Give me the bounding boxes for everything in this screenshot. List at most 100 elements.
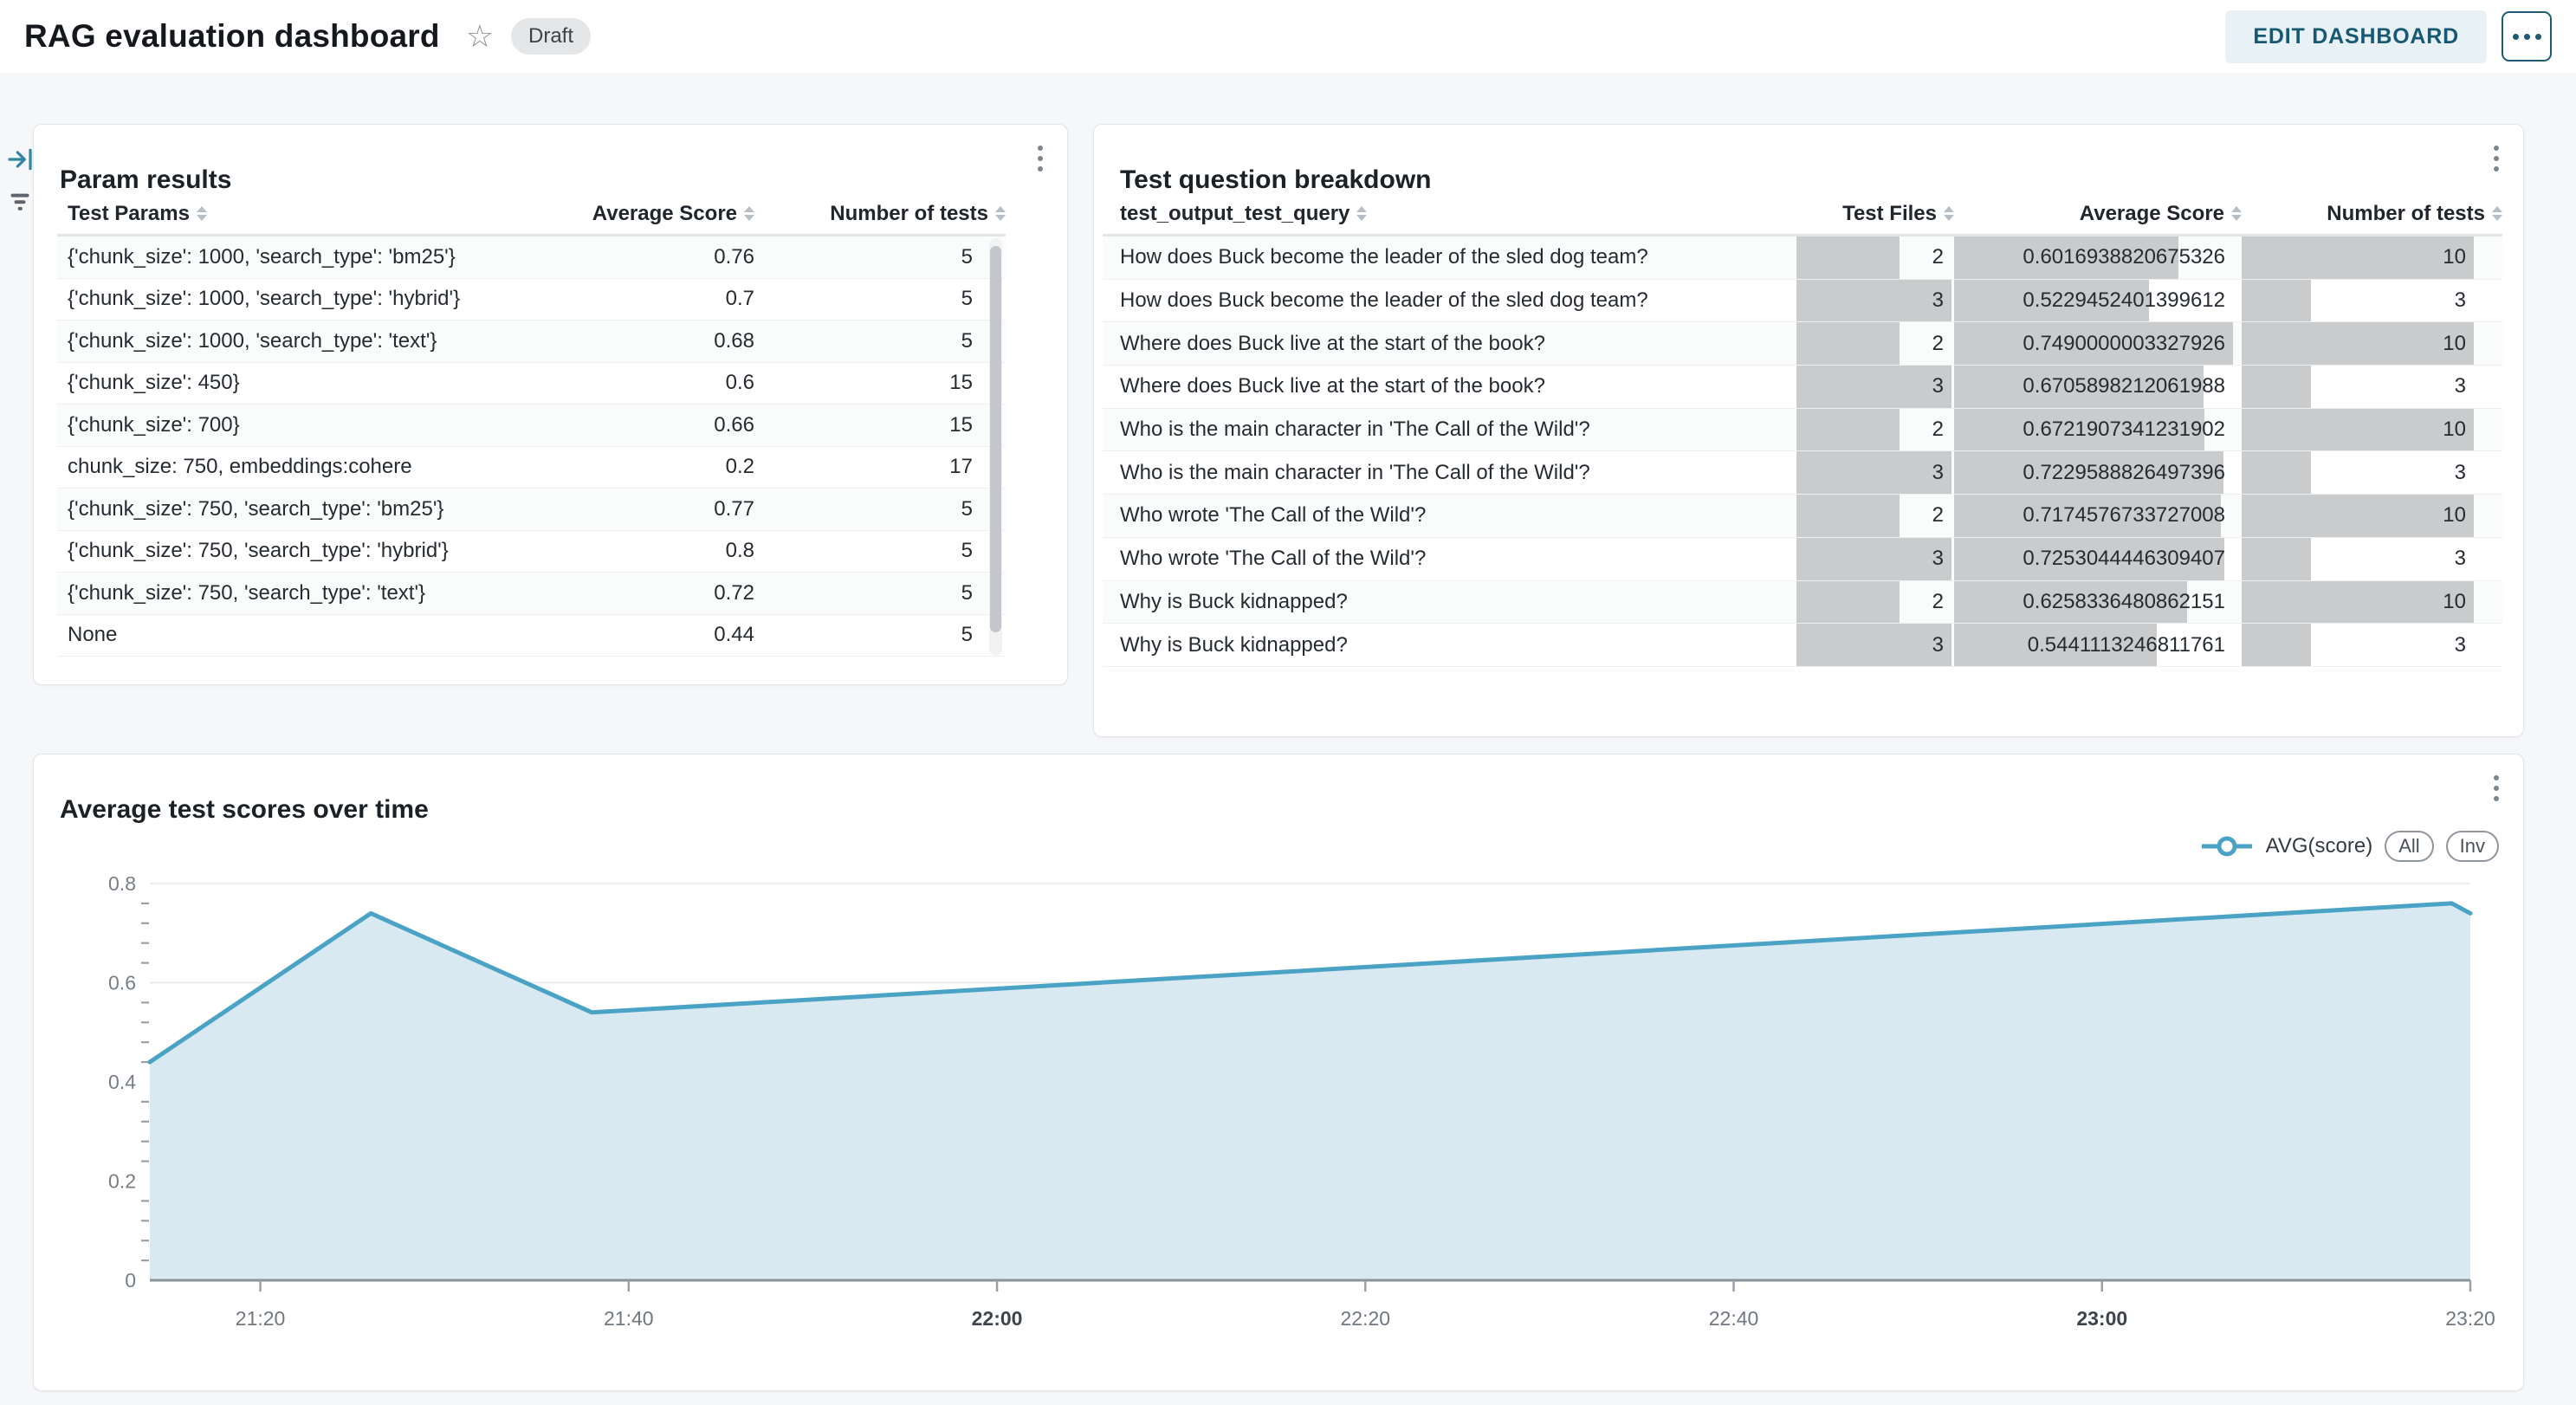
cell-query: Why is Buck kidnapped? [1103,633,1796,657]
table-row: Where does Buck live at the start of the… [1103,322,2502,366]
data-bar [2242,366,2311,408]
cell-number-of-tests: 10 [2242,581,2474,624]
cell-value: 3 [1932,461,1944,485]
data-bar [2242,581,2474,624]
sort-icon [197,206,207,221]
collapse-panel-icon[interactable] [6,146,34,176]
data-bar [2242,236,2474,279]
more-actions-button[interactable] [2502,11,2552,62]
favorite-star-icon[interactable]: ☆ [461,20,499,53]
cell-test-params: {'chunk_size': 750, 'search_type': 'bm25… [57,497,547,521]
cell-value: 0.6258336480862151 [2023,590,2225,614]
cell-test-params: {'chunk_size': 1000, 'search_type': 'bm2… [57,245,547,269]
cell-number-of-tests: 5 [754,497,1006,521]
cell-test-params: {'chunk_size': 750, 'search_type': 'hybr… [57,539,547,563]
cell-test-files: 2 [1796,409,1951,451]
cell-test-files: 3 [1796,366,1951,408]
breakdown-table-header: test_output_test_query Test Files Averag… [1103,193,2502,236]
scores-line-chart[interactable]: 00.20.40.60.821:2021:4022:0022:2022:4023… [34,754,2523,1390]
cell-value: 3 [2455,374,2466,398]
widget-title: Param results [60,165,231,195]
filter-icon[interactable] [7,190,33,217]
param-results-widget: Param results Test Params Average Score … [33,124,1068,685]
table-row: None0.445 [57,615,1006,657]
x-tick-label: 21:20 [236,1307,286,1330]
cell-query: Where does Buck live at the start of the… [1103,374,1796,398]
data-bar [2242,409,2474,451]
table-row: Why is Buck kidnapped?20.625833648086215… [1103,581,2502,625]
cell-value: 0.5441113246811761 [2028,633,2225,657]
cell-average-score: 0.7174576733727008 [1954,495,2233,537]
param-results-table-body: {'chunk_size': 1000, 'search_type': 'bm2… [57,236,1006,657]
data-bar [2242,280,2311,322]
cell-number-of-tests: 3 [2242,280,2474,322]
column-header-average-score[interactable]: Average Score [547,202,754,226]
cell-value: 3 [2455,547,2466,571]
cell-test-params: chunk_size: 750, embeddings:cohere [57,455,547,479]
table-row: {'chunk_size': 750, 'search_type': 'hybr… [57,531,1006,573]
widget-menu-icon[interactable] [1032,140,1048,177]
scrollbar-thumb[interactable] [990,246,1001,632]
table-row: {'chunk_size': 450}0.615 [57,363,1006,405]
cell-test-params: {'chunk_size': 450} [57,371,547,395]
cell-value: 2 [1932,418,1944,442]
cell-average-score: 0.8 [547,539,754,563]
avg-scores-chart-widget: Average test scores over time AVG(score)… [33,754,2524,1391]
cell-value: 0.6016938820675326 [2023,245,2225,269]
cell-number-of-tests: 3 [2242,624,2474,666]
cell-value: 10 [2443,245,2466,269]
cell-value: 2 [1932,332,1944,356]
column-header-test-params[interactable]: Test Params [57,202,547,226]
cell-test-params: {'chunk_size': 700} [57,413,547,437]
column-header-number-of-tests[interactable]: Number of tests [2242,202,2502,226]
sort-icon [2231,206,2242,221]
cell-value: 10 [2443,503,2466,528]
x-tick-label: 23:00 [2076,1307,2127,1330]
cell-test-files: 2 [1796,581,1951,624]
table-row: {'chunk_size': 1000, 'search_type': 'tex… [57,320,1006,363]
table-row: {'chunk_size': 1000, 'search_type': 'hyb… [57,279,1006,321]
widget-menu-icon[interactable] [2489,140,2504,177]
cell-query: Who is the main character in 'The Call o… [1103,418,1796,442]
edit-dashboard-button[interactable]: EDIT DASHBOARD [2225,10,2487,63]
cell-value: 3 [2455,633,2466,657]
cell-test-files: 2 [1796,236,1951,279]
cell-average-score: 0.7490000003327926 [1954,322,2233,365]
page-title: RAG evaluation dashboard [24,18,440,55]
cell-value: 10 [2443,418,2466,442]
sort-icon [1944,206,1954,221]
data-bar [1796,322,1900,365]
column-header-average-score[interactable]: Average Score [1954,202,2242,226]
cell-number-of-tests: 10 [2242,236,2474,279]
table-row: How does Buck become the leader of the s… [1103,236,2502,280]
data-bar [1796,624,1951,666]
status-badge: Draft [511,18,591,55]
cell-test-files: 3 [1796,624,1951,666]
data-bar [1796,495,1900,537]
cell-number-of-tests: 3 [2242,451,2474,494]
data-bar [1796,280,1951,322]
x-tick-label: 22:20 [1341,1307,1391,1330]
widget-title: Test question breakdown [1120,165,1432,195]
cell-query: Who is the main character in 'The Call o… [1103,461,1796,485]
cell-value: 0.7174576733727008 [2023,503,2225,528]
y-tick-label: 0.6 [108,972,136,994]
data-bar [2242,538,2311,580]
column-header-test-files[interactable]: Test Files [1796,202,1954,226]
cell-average-score: 0.66 [547,413,754,437]
sort-icon [744,206,754,221]
table-row: Who is the main character in 'The Call o… [1103,451,2502,495]
table-row: {'chunk_size': 750, 'search_type': 'bm25… [57,489,1006,531]
data-bar [1796,409,1900,451]
cell-average-score: 0.6 [547,371,754,395]
column-header-query[interactable]: test_output_test_query [1103,202,1796,226]
x-tick-label: 21:40 [604,1307,654,1330]
cell-average-score: 0.6721907341231902 [1954,409,2233,451]
cell-query: How does Buck become the leader of the s… [1103,245,1796,269]
cell-value: 0.6721907341231902 [2023,418,2225,442]
cell-value: 3 [1932,633,1944,657]
cell-query: Where does Buck live at the start of the… [1103,332,1796,356]
column-header-number-of-tests[interactable]: Number of tests [754,202,1006,226]
y-tick-label: 0.2 [108,1170,136,1193]
sort-icon [995,206,1006,221]
